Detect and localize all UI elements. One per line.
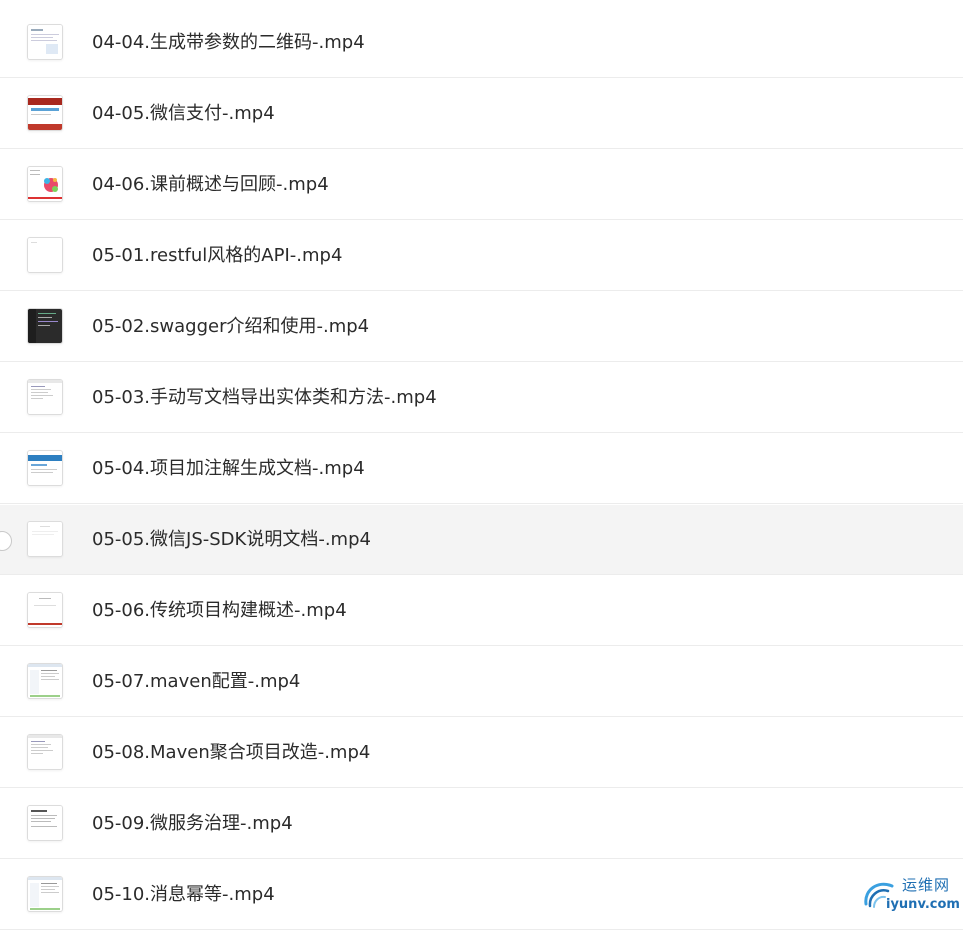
video-thumbnail-icon[interactable]	[27, 24, 63, 60]
file-name[interactable]: 04-04.生成带参数的二维码-.mp4	[92, 8, 365, 78]
video-thumbnail-icon[interactable]	[27, 308, 63, 344]
file-row[interactable]: 05-02.swagger介绍和使用-.mp4	[0, 292, 963, 362]
file-row[interactable]: 05-03.手动写文档导出实体类和方法-.mp4	[0, 363, 963, 433]
file-row[interactable]: 04-05.微信支付-.mp4	[0, 79, 963, 149]
video-thumbnail-icon[interactable]	[27, 521, 63, 557]
video-thumbnail-icon[interactable]	[27, 379, 63, 415]
file-name[interactable]: 05-08.Maven聚合项目改造-.mp4	[92, 718, 370, 788]
watermark-text-en: iyunv.com	[886, 897, 960, 912]
video-thumbnail-icon[interactable]	[27, 876, 63, 912]
file-name[interactable]: 05-09.微服务治理-.mp4	[92, 789, 293, 859]
select-radio[interactable]	[0, 531, 12, 551]
file-row[interactable]: 05-05.微信JS-SDK说明文档-.mp4	[0, 505, 963, 575]
video-thumbnail-icon[interactable]	[27, 95, 63, 131]
watermark-text-cn: 运维网	[902, 876, 951, 894]
file-name[interactable]: 05-07.maven配置-.mp4	[92, 647, 300, 717]
file-name[interactable]: 05-06.传统项目构建概述-.mp4	[92, 576, 347, 646]
file-name[interactable]: 05-02.swagger介绍和使用-.mp4	[92, 292, 369, 362]
file-name[interactable]: 05-05.微信JS-SDK说明文档-.mp4	[92, 505, 371, 575]
file-name[interactable]: 05-01.restful风格的API-.mp4	[92, 221, 342, 291]
file-name[interactable]: 04-06.课前概述与回顾-.mp4	[92, 150, 329, 220]
file-row[interactable]: 04-06.课前概述与回顾-.mp4	[0, 150, 963, 220]
video-thumbnail-icon[interactable]	[27, 805, 63, 841]
file-name[interactable]: 04-05.微信支付-.mp4	[92, 79, 275, 149]
file-row[interactable]: 05-08.Maven聚合项目改造-.mp4	[0, 718, 963, 788]
file-row[interactable]: 05-06.传统项目构建概述-.mp4	[0, 576, 963, 646]
file-row[interactable]: 05-09.微服务治理-.mp4	[0, 789, 963, 859]
file-list: 04-04.生成带参数的二维码-.mp4 04-05.微信支付-.mp4 04-06…	[0, 0, 963, 930]
file-row[interactable]: 05-07.maven配置-.mp4	[0, 647, 963, 717]
video-thumbnail-icon[interactable]	[27, 237, 63, 273]
file-row[interactable]: 04-04.生成带参数的二维码-.mp4	[0, 8, 963, 78]
video-thumbnail-icon[interactable]	[27, 166, 63, 202]
watermark: 运维网 iyunv.com	[858, 870, 963, 920]
video-thumbnail-icon[interactable]	[27, 450, 63, 486]
file-row[interactable]: 05-04.项目加注解生成文档-.mp4	[0, 434, 963, 504]
file-name[interactable]: 05-03.手动写文档导出实体类和方法-.mp4	[92, 363, 437, 433]
video-thumbnail-icon[interactable]	[27, 663, 63, 699]
file-name[interactable]: 05-04.项目加注解生成文档-.mp4	[92, 434, 365, 504]
file-row[interactable]: 05-01.restful风格的API-.mp4	[0, 221, 963, 291]
video-thumbnail-icon[interactable]	[27, 592, 63, 628]
video-thumbnail-icon[interactable]	[27, 734, 63, 770]
